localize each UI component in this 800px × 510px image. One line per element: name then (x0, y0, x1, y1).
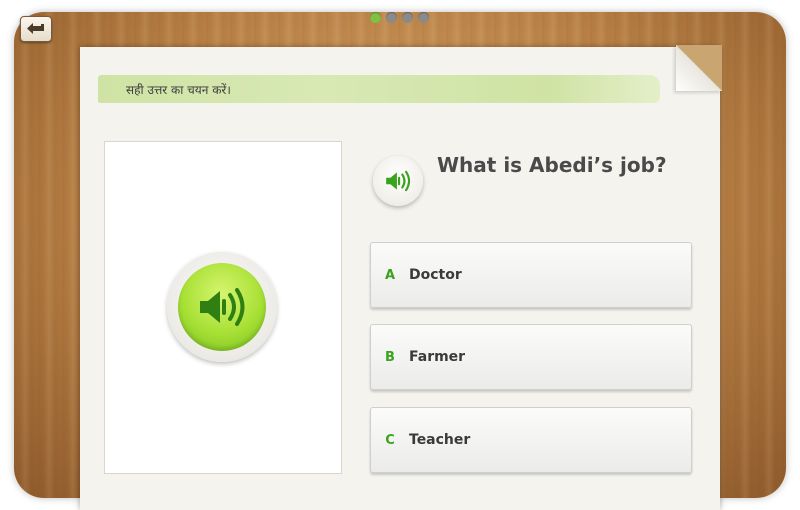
worksheet-paper: सही उत्तर का चयन करें। What is Abedi’s j… (80, 45, 722, 510)
option-letter: B (385, 349, 395, 365)
page-dot-3[interactable] (402, 12, 413, 23)
option-letter: A (384, 267, 396, 283)
option-b[interactable]: B Farmer (370, 324, 692, 390)
back-arrow-icon (27, 23, 44, 34)
page-curl (676, 45, 722, 91)
instruction-banner: सही उत्तर का चयन करें। (98, 75, 660, 103)
question-text: What is Abedi’s job? (437, 153, 667, 177)
option-label: Farmer (409, 349, 466, 365)
question-audio-button[interactable] (373, 156, 423, 206)
page-indicator (370, 12, 429, 23)
option-c[interactable]: C Teacher (370, 407, 692, 473)
back-button[interactable] (20, 16, 52, 42)
option-letter: C (385, 432, 395, 448)
speaker-icon (386, 170, 411, 192)
option-label: Teacher (409, 432, 471, 448)
speaker-icon (200, 288, 245, 326)
page-dot-4[interactable] (418, 12, 429, 23)
page-dot-1[interactable] (370, 12, 381, 23)
picture-card (104, 141, 342, 474)
page-dot-2[interactable] (386, 12, 397, 23)
instruction-text: सही उत्तर का चयन करें। (126, 82, 231, 97)
option-a[interactable]: A Doctor (370, 242, 692, 308)
option-label: Doctor (409, 267, 462, 283)
picture-audio-button[interactable] (167, 252, 277, 362)
